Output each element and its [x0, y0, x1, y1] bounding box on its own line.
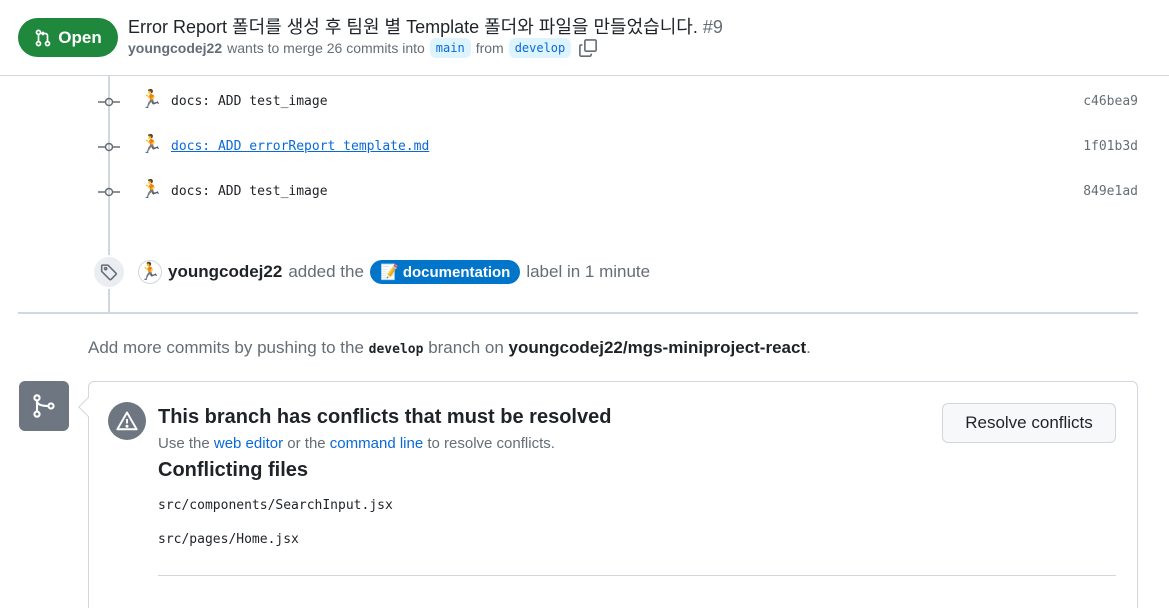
- label-added-event: 🏃 youngcodej22 added the 📝 documentation…: [92, 255, 650, 289]
- tag-icon: [100, 264, 117, 281]
- pr-state-label: Open: [58, 27, 102, 47]
- copy-icon[interactable]: [578, 38, 598, 58]
- event-text: youngcodej22 added the 📝 documentation l…: [168, 260, 650, 284]
- alert-icon: [116, 411, 138, 431]
- pr-state-badge: Open: [18, 18, 118, 57]
- head-branch-badge[interactable]: develop: [508, 38, 572, 58]
- hint-branch: develop: [368, 342, 424, 357]
- conflicting-file: src/pages/Home.jsx: [158, 532, 299, 547]
- commit-row: 🏃 docs: ADD test_image 849e1ad: [98, 178, 1138, 204]
- documentation-label[interactable]: 📝 documentation: [369, 260, 521, 284]
- conflict-subtitle: Use the web editor or the command line t…: [158, 435, 555, 452]
- push-hint: Add more commits by pushing to the devel…: [88, 338, 811, 358]
- hint-repo: youngcodej22/mgs-miniproject-react: [508, 338, 807, 357]
- pull-request-icon: [35, 29, 51, 46]
- commit-message[interactable]: docs: ADD errorReport template.md: [171, 139, 429, 154]
- event-author-link[interactable]: youngcodej22: [168, 262, 282, 282]
- pr-subtitle: youngcodej22 wants to merge 26 commits i…: [128, 38, 598, 58]
- base-branch-badge[interactable]: main: [429, 38, 471, 58]
- pr-title: Error Report 폴더를 생성 후 팀원 별 Template 폴더와 …: [128, 13, 723, 39]
- pr-title-text: Error Report 폴더를 생성 후 팀원 별 Template 폴더와 …: [128, 17, 698, 37]
- commit-author-avatar[interactable]: 🏃: [140, 178, 162, 200]
- conflicting-file: src/components/SearchInput.jsx: [158, 498, 393, 513]
- commit-node-icon: [98, 187, 120, 197]
- hint-middle: branch on: [428, 338, 504, 357]
- pr-from-text: from: [475, 40, 504, 56]
- commit-sha-link[interactable]: c46bea9: [1083, 94, 1138, 109]
- tag-icon-badge: [92, 255, 126, 289]
- git-merge-icon: [33, 394, 55, 418]
- pr-number: #9: [702, 17, 723, 37]
- pr-header: Open Error Report 폴더를 생성 후 팀원 별 Template…: [0, 0, 1169, 76]
- conflict-sub-suffix: to resolve conflicts.: [427, 435, 555, 452]
- commit-author-avatar[interactable]: 🏃: [140, 133, 162, 155]
- git-merge-icon-box: [19, 381, 69, 431]
- web-editor-link[interactable]: web editor: [214, 435, 283, 452]
- merge-conflict-box: This branch has conflicts that must be r…: [78, 381, 1138, 608]
- command-line-link[interactable]: command line: [330, 435, 423, 452]
- hint-end: .: [806, 338, 811, 357]
- event-time-text: label in 1 minute: [526, 262, 651, 281]
- event-author-avatar[interactable]: 🏃: [138, 260, 162, 284]
- conflict-sub-middle: or the: [287, 435, 326, 452]
- label-name: documentation: [402, 264, 511, 281]
- commit-node-icon: [98, 97, 120, 107]
- merge-box-caret: [78, 397, 98, 417]
- commit-message[interactable]: docs: ADD test_image: [171, 94, 328, 109]
- timeline-end-divider: [18, 312, 1138, 314]
- merge-box-divider: [158, 575, 1116, 576]
- commit-node-icon: [98, 142, 120, 152]
- commit-message[interactable]: docs: ADD test_image: [171, 184, 328, 199]
- alert-icon-badge: [108, 402, 146, 440]
- event-action-text: added the: [288, 262, 364, 281]
- commit-sha-link[interactable]: 849e1ad: [1083, 184, 1138, 199]
- commit-row: 🏃 docs: ADD errorReport template.md 1f01…: [98, 133, 1138, 159]
- conflicting-files-heading: Conflicting files: [158, 459, 308, 481]
- commit-row: 🏃 docs: ADD test_image c46bea9: [98, 88, 1138, 114]
- conflict-sub-prefix: Use the: [158, 435, 210, 452]
- commit-author-avatar[interactable]: 🏃: [140, 88, 162, 110]
- commit-sha-link[interactable]: 1f01b3d: [1083, 139, 1138, 154]
- hint-prefix: Add more commits by pushing to the: [88, 338, 364, 357]
- resolve-conflicts-button[interactable]: Resolve conflicts: [942, 403, 1116, 443]
- pr-author-link[interactable]: youngcodej22: [128, 40, 222, 56]
- memo-icon: 📝: [379, 264, 399, 281]
- conflict-title: This branch has conflicts that must be r…: [158, 406, 612, 428]
- pr-merge-text: wants to merge 26 commits into: [227, 40, 425, 56]
